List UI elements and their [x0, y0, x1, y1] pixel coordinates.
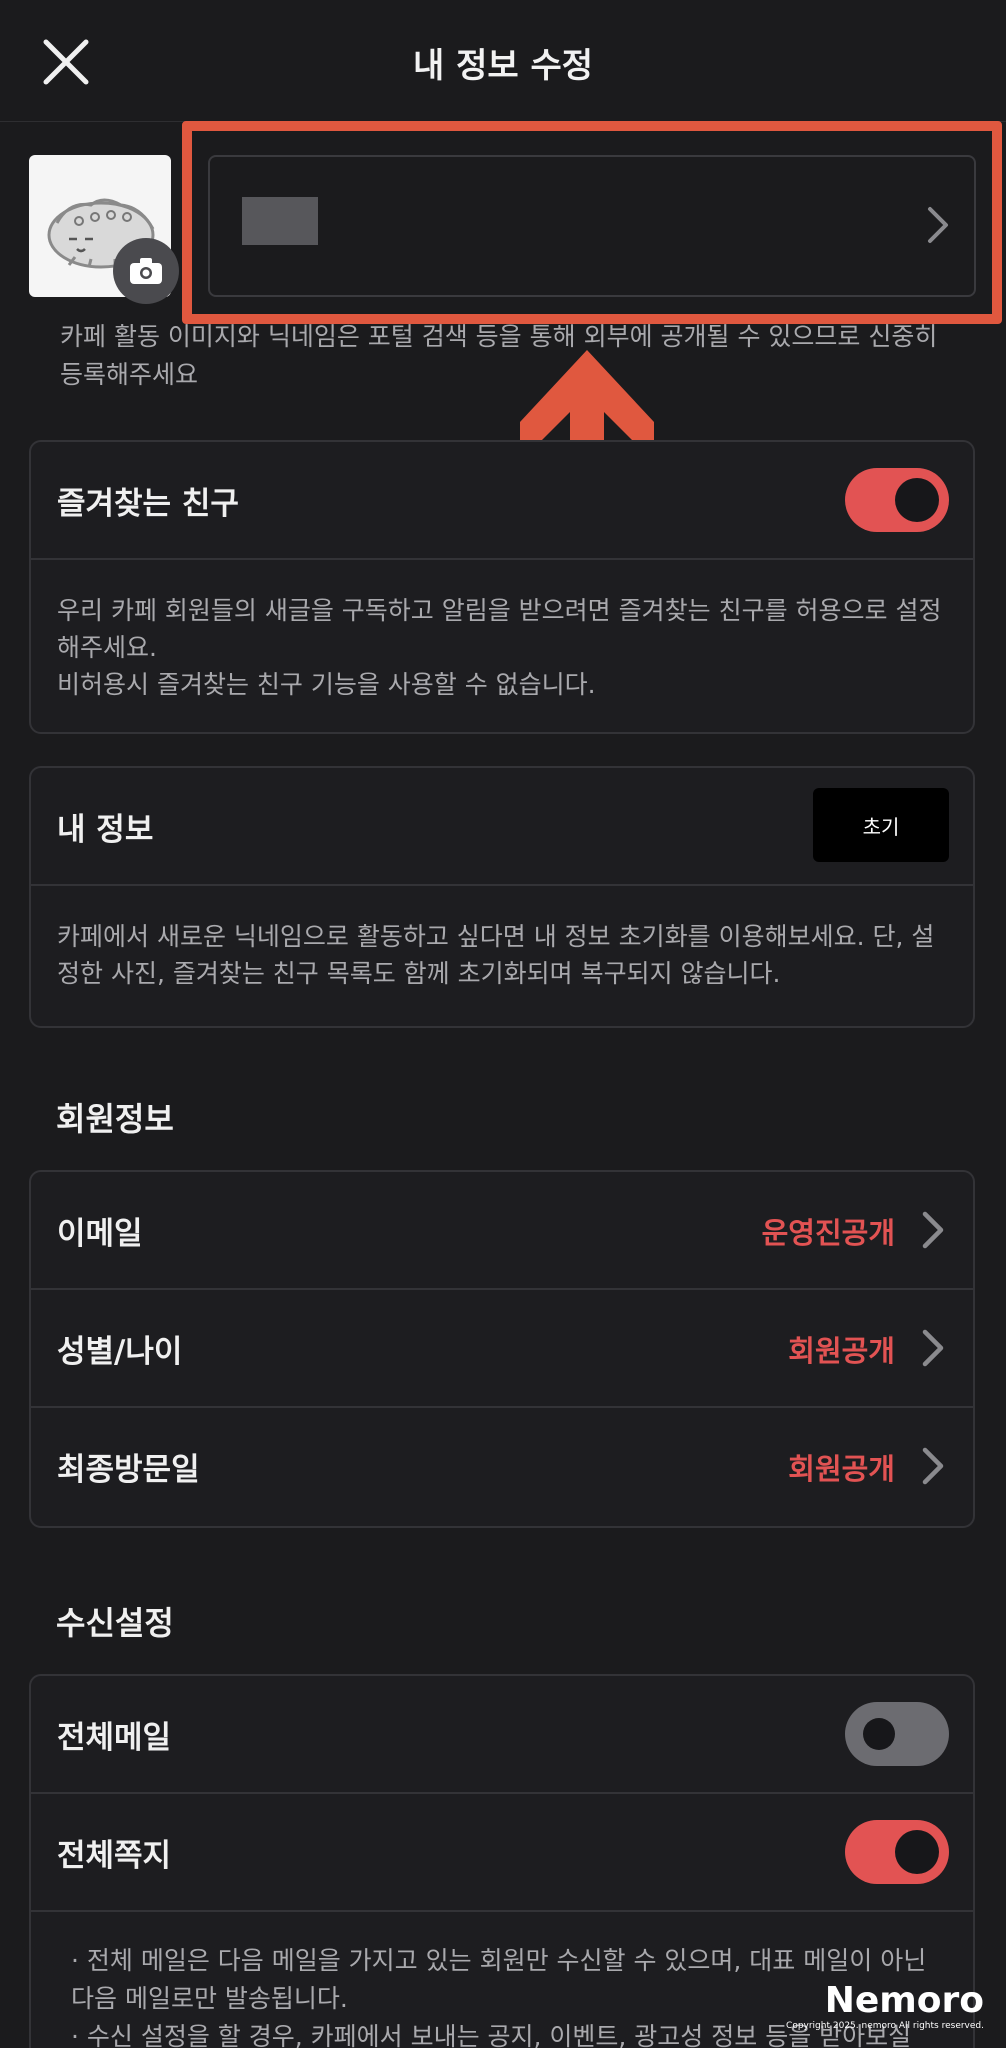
watermark-copyright: Copyright 2025. nemoro All rights reserv… — [786, 2021, 984, 2031]
page-title: 내 정보 수정 — [412, 46, 594, 86]
reset-button[interactable]: 초기 — [813, 788, 949, 862]
chevron-right-icon — [921, 1210, 945, 1254]
all-mail-toggle[interactable] — [845, 1702, 949, 1766]
favorites-card: 즐겨찾는 친구 우리 카페 회원들의 새글을 구독하고 알림을 받으려면 즐겨찾… — [29, 440, 975, 734]
member-info-card: 이메일 운영진공개 성별/나이 회원공개 최종방문일 회원공개 — [29, 1170, 975, 1528]
last-visit-row[interactable]: 최종방문일 회원공개 — [31, 1408, 973, 1526]
email-label: 이메일 — [57, 1216, 143, 1252]
watermark: Nemoro Copyright 2025. nemoro All rights… — [786, 1982, 984, 2032]
email-row[interactable]: 이메일 운영진공개 — [31, 1172, 973, 1290]
last-visit-visibility: 회원공개 — [788, 1452, 895, 1486]
watermark-brand: Nemoro — [824, 1980, 984, 2021]
all-mail-label: 전체메일 — [57, 1720, 172, 1756]
my-info-label: 내 정보 — [57, 812, 154, 848]
gender-age-label: 성별/나이 — [57, 1334, 183, 1370]
highlight-frame — [182, 121, 1002, 324]
favorites-description: 우리 카페 회원들의 새글을 구독하고 알림을 받으려면 즐겨찾는 친구를 허용… — [31, 560, 973, 729]
favorites-description-line: 비허용시 즐겨찾는 친구 기능을 사용할 수 없습니다. — [57, 670, 596, 699]
member-info-title: 회원정보 — [56, 1100, 174, 1138]
my-info-row: 내 정보 초기 — [31, 768, 973, 886]
profile-notice: 카페 활동 이미지와 닉네임은 포털 검색 등을 통해 외부에 공개될 수 있으… — [60, 322, 938, 389]
email-visibility: 운영진공개 — [761, 1216, 895, 1250]
all-message-toggle[interactable] — [845, 1820, 949, 1884]
chevron-right-icon — [921, 1328, 945, 1372]
all-mail-row: 전체메일 — [31, 1676, 973, 1794]
favorites-description-line: 우리 카페 회원들의 새글을 구독하고 알림을 받으려면 즐겨찾는 친구를 허용… — [57, 596, 942, 662]
camera-icon[interactable] — [113, 238, 179, 304]
all-message-label: 전체쪽지 — [57, 1838, 172, 1874]
gender-age-visibility: 회원공개 — [788, 1334, 895, 1368]
my-info-card: 내 정보 초기 카페에서 새로운 닉네임으로 활동하고 싶다면 내 정보 초기화… — [29, 766, 975, 1028]
all-message-row: 전체쪽지 — [31, 1794, 973, 1912]
top-bar: 내 정보 수정 — [0, 0, 1006, 122]
favorites-toggle[interactable] — [845, 468, 949, 532]
last-visit-label: 최종방문일 — [57, 1452, 200, 1488]
receive-settings-title: 수신설정 — [56, 1604, 174, 1642]
my-info-description: 카페에서 새로운 닉네임으로 활동하고 싶다면 내 정보 초기화를 이용해보세요… — [57, 922, 935, 988]
gender-age-row[interactable]: 성별/나이 회원공개 — [31, 1290, 973, 1408]
favorites-row: 즐겨찾는 친구 — [31, 442, 973, 560]
chevron-right-icon — [921, 1446, 945, 1490]
favorites-label: 즐겨찾는 친구 — [57, 486, 239, 522]
